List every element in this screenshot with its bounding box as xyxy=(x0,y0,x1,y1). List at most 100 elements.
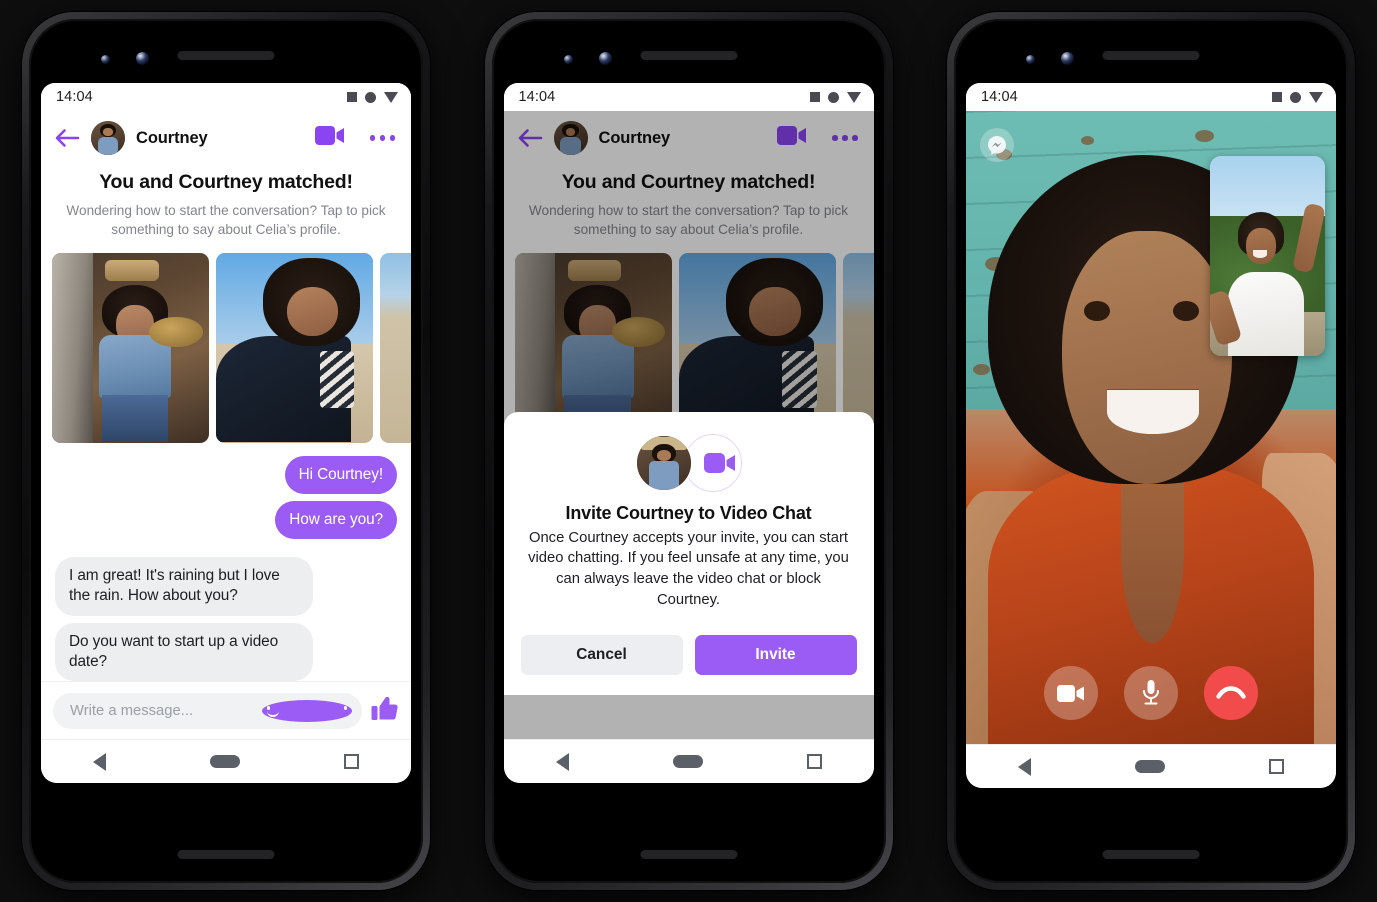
message-input[interactable]: Write a message... xyxy=(53,692,362,729)
phone-3-screen: 14:04 xyxy=(966,83,1336,788)
back-arrow-icon[interactable] xyxy=(54,127,80,149)
invite-button[interactable]: Invite xyxy=(694,635,857,675)
video-chat-invite-dialog: Invite Courtney to Video Chat Once Court… xyxy=(503,411,874,695)
phone-2-invite-modal: 14:04 Courtney You and Courtney matched!… xyxy=(484,12,893,890)
profile-photo[interactable] xyxy=(52,252,209,443)
end-call-button[interactable] xyxy=(1204,666,1258,720)
phone-1-screen: 14:04 Courtney You and Courtney matched!… xyxy=(41,83,411,783)
dialog-body: Once Courtney accepts your invite, you c… xyxy=(528,529,849,609)
phone-1-chat: 14:04 Courtney You and Courtney matched!… xyxy=(22,12,430,890)
front-camera-cluster xyxy=(101,52,149,65)
earpiece-speaker xyxy=(640,51,737,60)
message-row: I am great! It's raining but I love the … xyxy=(55,557,397,616)
earpiece-speaker xyxy=(1102,51,1200,60)
status-time: 14:04 xyxy=(981,89,1018,105)
camera-sensor-icon xyxy=(101,55,110,64)
match-title: You and Courtney matched! xyxy=(99,171,353,193)
phone-2-body: 14:04 Courtney You and Courtney matched!… xyxy=(491,19,886,883)
square-icon xyxy=(1272,92,1282,102)
bottom-speaker xyxy=(177,850,275,859)
message-row: Hi Courtney! xyxy=(55,455,397,494)
front-camera-cluster xyxy=(1026,52,1074,65)
message-row: How are you? xyxy=(55,500,397,540)
nav-back-icon[interactable] xyxy=(1018,757,1031,776)
nav-recents-icon[interactable] xyxy=(1269,759,1284,774)
status-time: 14:04 xyxy=(56,89,93,105)
more-options-icon[interactable] xyxy=(832,135,858,141)
message-list: Hi Courtney! How are you? I am great! It… xyxy=(41,443,411,682)
nav-recents-icon[interactable] xyxy=(344,754,359,770)
match-title: You and Courtney matched! xyxy=(561,171,816,193)
circle-icon xyxy=(1290,91,1301,103)
message-bubble: I am great! It's raining but I love the … xyxy=(55,557,313,616)
square-icon xyxy=(809,92,820,102)
toggle-camera-button[interactable] xyxy=(1044,666,1098,720)
android-nav-bar xyxy=(966,744,1336,788)
contact-name: Courtney xyxy=(598,128,671,147)
status-icons xyxy=(809,91,861,103)
nav-recents-icon[interactable] xyxy=(806,754,822,769)
chat-header: Courtney xyxy=(41,111,411,165)
contact-name: Courtney xyxy=(136,128,208,147)
front-camera-cluster xyxy=(563,52,612,65)
phone-1-body: 14:04 Courtney You and Courtney matched!… xyxy=(29,19,423,883)
video-camera-icon[interactable] xyxy=(314,125,345,151)
message-input-placeholder: Write a message... xyxy=(70,702,194,719)
avatar[interactable] xyxy=(553,121,588,155)
nav-home-icon[interactable] xyxy=(210,755,240,769)
more-options-icon[interactable] xyxy=(369,135,395,141)
camera-sensor-icon xyxy=(563,55,573,64)
screenshot-stage: 14:04 Courtney You and Courtney matched!… xyxy=(0,0,1377,902)
triangle-down-icon xyxy=(384,91,398,103)
smiley-icon[interactable] xyxy=(261,699,352,722)
nav-home-icon[interactable] xyxy=(1135,760,1165,773)
status-time: 14:04 xyxy=(518,89,556,105)
chat-header: Courtney xyxy=(503,111,874,165)
status-icons xyxy=(1272,91,1323,103)
self-view-pip[interactable] xyxy=(1210,156,1325,356)
phone-3-video-call: 14:04 xyxy=(947,12,1355,890)
message-bubble: Do you want to start up a video date? xyxy=(55,622,313,682)
message-bubble: How are you? xyxy=(275,500,397,540)
dialog-title: Invite Courtney to Video Chat xyxy=(565,502,812,523)
camera-sensor-icon xyxy=(1026,55,1035,64)
call-controls xyxy=(966,666,1336,720)
phone-2-screen: 14:04 Courtney You and Courtney matched!… xyxy=(503,83,874,783)
triangle-down-icon xyxy=(1309,91,1323,103)
toggle-microphone-button[interactable] xyxy=(1124,666,1178,720)
cancel-button[interactable]: Cancel xyxy=(520,635,683,675)
phone-3-body: 14:04 xyxy=(954,19,1348,883)
android-nav-bar xyxy=(41,739,411,783)
status-bar: 14:04 xyxy=(966,83,1336,111)
match-subtitle: Wondering how to start the conversation?… xyxy=(66,203,386,237)
nav-home-icon[interactable] xyxy=(672,755,703,768)
profile-photo[interactable] xyxy=(216,252,373,443)
profile-photo-strip xyxy=(41,252,411,443)
status-bar: 14:04 xyxy=(503,83,874,111)
square-icon xyxy=(347,92,357,102)
front-camera-icon xyxy=(1061,52,1074,65)
earpiece-speaker xyxy=(177,51,275,60)
status-bar: 14:04 xyxy=(41,83,411,111)
messenger-logo-icon xyxy=(980,128,1014,162)
front-camera-icon xyxy=(136,52,149,65)
message-row: Do you want to start up a video date? xyxy=(55,622,397,682)
dialog-avatar-group xyxy=(635,432,742,494)
avatar[interactable] xyxy=(91,121,125,155)
video-camera-icon[interactable] xyxy=(777,125,807,151)
nav-back-icon[interactable] xyxy=(93,752,106,771)
dialog-actions: Cancel Invite xyxy=(520,635,857,675)
back-arrow-icon[interactable] xyxy=(517,127,543,149)
thumbs-up-icon[interactable] xyxy=(371,695,399,727)
courtney-avatar xyxy=(635,433,693,492)
message-composer: Write a message... xyxy=(41,681,411,740)
bottom-speaker xyxy=(1102,850,1200,859)
match-subtitle: Wondering how to start the conversation?… xyxy=(528,203,849,237)
nav-back-icon[interactable] xyxy=(555,752,569,771)
profile-photo[interactable] xyxy=(380,252,411,443)
front-camera-icon xyxy=(598,52,612,65)
android-nav-bar xyxy=(503,739,874,783)
triangle-down-icon xyxy=(846,91,861,103)
circle-icon xyxy=(827,91,839,103)
message-bubble: Hi Courtney! xyxy=(284,455,397,494)
